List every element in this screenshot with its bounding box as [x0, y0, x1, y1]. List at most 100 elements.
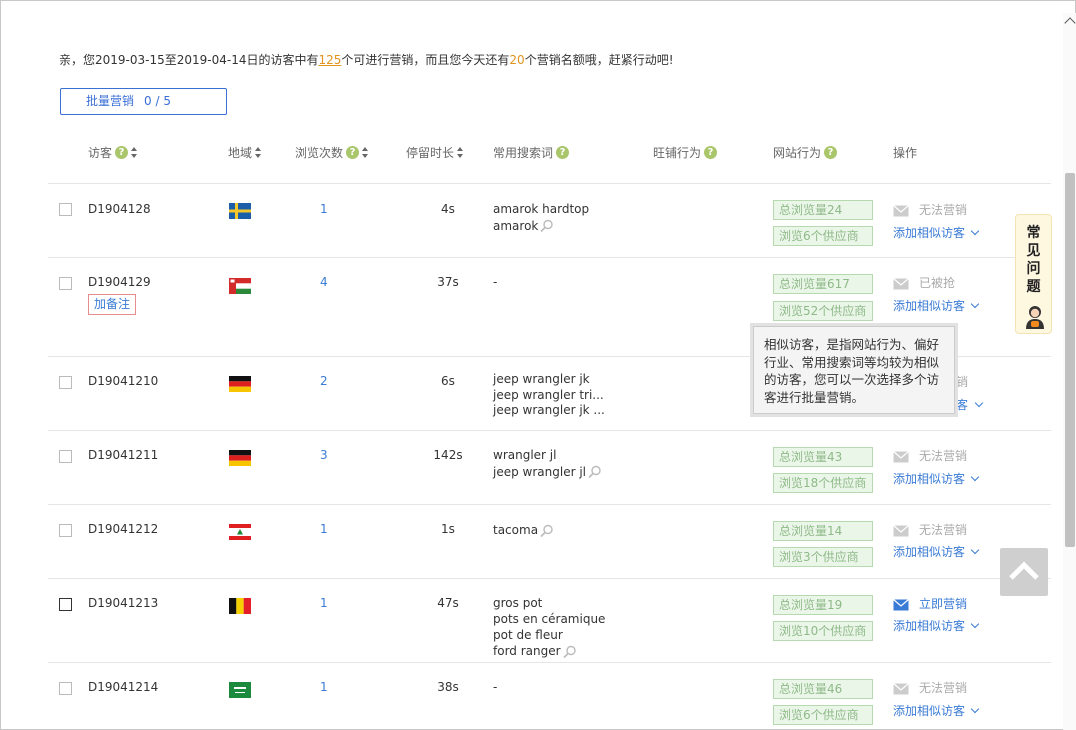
- add-similar-visitor-link[interactable]: 添加相似访客: [893, 702, 980, 719]
- visitor-id[interactable]: D19041210: [88, 374, 158, 388]
- chevron-down-icon: [970, 619, 980, 629]
- keyword: wrangler jl: [493, 448, 557, 462]
- visit-count[interactable]: 1: [320, 202, 328, 216]
- stay-duration: 4s: [441, 202, 455, 216]
- header-region-label: 地域: [228, 146, 253, 160]
- add-similar-visitor-link[interactable]: 添加相似访客: [893, 617, 980, 634]
- market-now-button[interactable]: 立即营销: [893, 595, 967, 612]
- row-checkbox[interactable]: [59, 376, 72, 389]
- row-checkbox[interactable]: [59, 682, 72, 695]
- keyword: jeep wrangler jk: [493, 372, 590, 386]
- sort-icon[interactable]: [457, 147, 464, 158]
- visitor-id[interactable]: D19041213: [88, 596, 158, 610]
- header-visitor[interactable]: 访客?: [88, 144, 138, 161]
- flag-germany-icon: [229, 450, 251, 466]
- sort-icon[interactable]: [255, 147, 262, 158]
- row-checkbox[interactable]: [59, 203, 72, 216]
- marketable-count-link[interactable]: 125: [318, 53, 341, 67]
- scrollbar-thumb[interactable]: [1065, 173, 1075, 547]
- search-magnifier-icon[interactable]: [561, 645, 578, 659]
- table-row: D1904128 1 4s amarok hardtop amarok 总浏览量…: [48, 183, 1051, 257]
- total-views-tag: 总浏览量617: [773, 274, 873, 294]
- visitor-id[interactable]: D1904129: [88, 275, 151, 289]
- help-icon[interactable]: ?: [704, 146, 718, 159]
- row-checkbox[interactable]: [59, 598, 72, 611]
- keyword-list: wrangler jl jeep wrangler jl: [493, 447, 603, 480]
- visit-count[interactable]: 1: [320, 596, 328, 610]
- sort-icon[interactable]: [131, 147, 138, 158]
- total-views-tag: 总浏览量24: [773, 200, 873, 220]
- marketing-action: 无法营销: [893, 521, 967, 538]
- obscured-similar-fragment[interactable]: 客: [956, 396, 984, 413]
- add-similar-visitor-link[interactable]: 添加相似访客: [893, 297, 980, 314]
- help-icon[interactable]: ?: [346, 146, 360, 159]
- suppliers-viewed-tag: 浏览6个供应商: [773, 226, 873, 246]
- help-icon[interactable]: ?: [824, 146, 838, 159]
- add-note-button[interactable]: 加备注: [88, 294, 136, 315]
- keyword-list: -: [493, 274, 497, 291]
- row-checkbox[interactable]: [59, 450, 72, 463]
- visitor-id[interactable]: D19041212: [88, 522, 158, 536]
- visitor-id[interactable]: D19041214: [88, 680, 158, 694]
- stay-duration: 142s: [433, 448, 463, 462]
- batch-marketing-button[interactable]: 批量营销 0 / 5: [60, 88, 227, 115]
- batch-marketing-label: 批量营销: [86, 94, 135, 108]
- stay-duration: 37s: [437, 275, 459, 289]
- flag-lebanon-icon: [229, 524, 251, 540]
- similar-visitor-tooltip: 相似访客，是指网站行为、偏好行业、常用搜索词等均较为相似的访客，您可以一次选择多…: [753, 326, 955, 414]
- visit-count[interactable]: 1: [320, 680, 328, 694]
- keyword: pots en céramique: [493, 612, 606, 626]
- header-site-label: 网站行为: [773, 146, 822, 160]
- visitor-id[interactable]: D19041211: [88, 448, 158, 462]
- search-magnifier-icon[interactable]: [538, 524, 555, 538]
- keyword: -: [493, 275, 498, 289]
- add-similar-label: 添加相似访客: [893, 472, 966, 486]
- visit-count[interactable]: 4: [320, 275, 328, 289]
- faq-widget[interactable]: 常见问题: [1015, 214, 1052, 334]
- suppliers-viewed-tag: 浏览10个供应商: [773, 621, 873, 641]
- add-similar-label: 添加相似访客: [893, 619, 966, 633]
- stay-duration: 47s: [437, 596, 459, 610]
- sort-icon[interactable]: [362, 147, 369, 158]
- search-magnifier-icon[interactable]: [586, 465, 603, 479]
- header-visits[interactable]: 浏览次数?: [295, 144, 369, 161]
- keyword: ford ranger: [493, 644, 561, 658]
- mail-icon: [893, 524, 909, 536]
- add-similar-visitor-link[interactable]: 添加相似访客: [893, 543, 980, 560]
- flag-germany-icon: [229, 376, 251, 392]
- flag-sweden-icon: [229, 203, 251, 219]
- keyword: jeep wrangler tri...: [493, 387, 604, 402]
- add-similar-visitor-link[interactable]: 添加相似访客: [893, 470, 980, 487]
- header-visitor-label: 访客: [88, 146, 113, 160]
- row-checkbox[interactable]: [59, 524, 72, 537]
- keyword-list: jeep wrangler jk jeep wrangler tri... je…: [493, 372, 605, 419]
- visit-count[interactable]: 1: [320, 522, 328, 536]
- scroll-up-arrow-icon[interactable]: [1064, 17, 1076, 29]
- visitor-notice: 亲，您2019-03-15至2019-04-14日的访客中有125个可进行营销，…: [59, 51, 674, 68]
- faq-label-text: 常见问题: [1026, 225, 1041, 295]
- keyword: -: [493, 680, 498, 694]
- help-icon[interactable]: ?: [556, 146, 570, 159]
- chevron-down-icon: [974, 398, 984, 408]
- add-similar-label: 添加相似访客: [893, 299, 966, 313]
- keyword-list: amarok hardtop amarok: [493, 201, 589, 234]
- marketing-status: 已被抢: [919, 276, 956, 290]
- header-region[interactable]: 地域: [228, 144, 262, 161]
- row-checkbox[interactable]: [59, 277, 72, 290]
- vertical-scrollbar[interactable]: [1063, 13, 1076, 730]
- chevron-down-icon: [970, 472, 980, 482]
- add-similar-visitor-link[interactable]: 添加相似访客: [893, 224, 980, 241]
- visitor-id[interactable]: D1904128: [88, 202, 151, 216]
- keyword-list: -: [493, 679, 497, 696]
- total-views-tag: 总浏览量46: [773, 679, 873, 699]
- visit-count[interactable]: 3: [320, 448, 328, 462]
- search-magnifier-icon[interactable]: [538, 219, 555, 233]
- help-icon[interactable]: ?: [115, 146, 129, 159]
- chevron-down-icon: [970, 545, 980, 555]
- chevron-down-icon: [970, 226, 980, 236]
- visit-count[interactable]: 2: [320, 374, 328, 388]
- header-wangpu: 旺铺行为?: [653, 144, 718, 161]
- header-wangpu-label: 旺铺行为: [653, 146, 702, 160]
- header-stay[interactable]: 停留时长: [406, 144, 464, 161]
- back-to-top-button[interactable]: [1000, 548, 1048, 596]
